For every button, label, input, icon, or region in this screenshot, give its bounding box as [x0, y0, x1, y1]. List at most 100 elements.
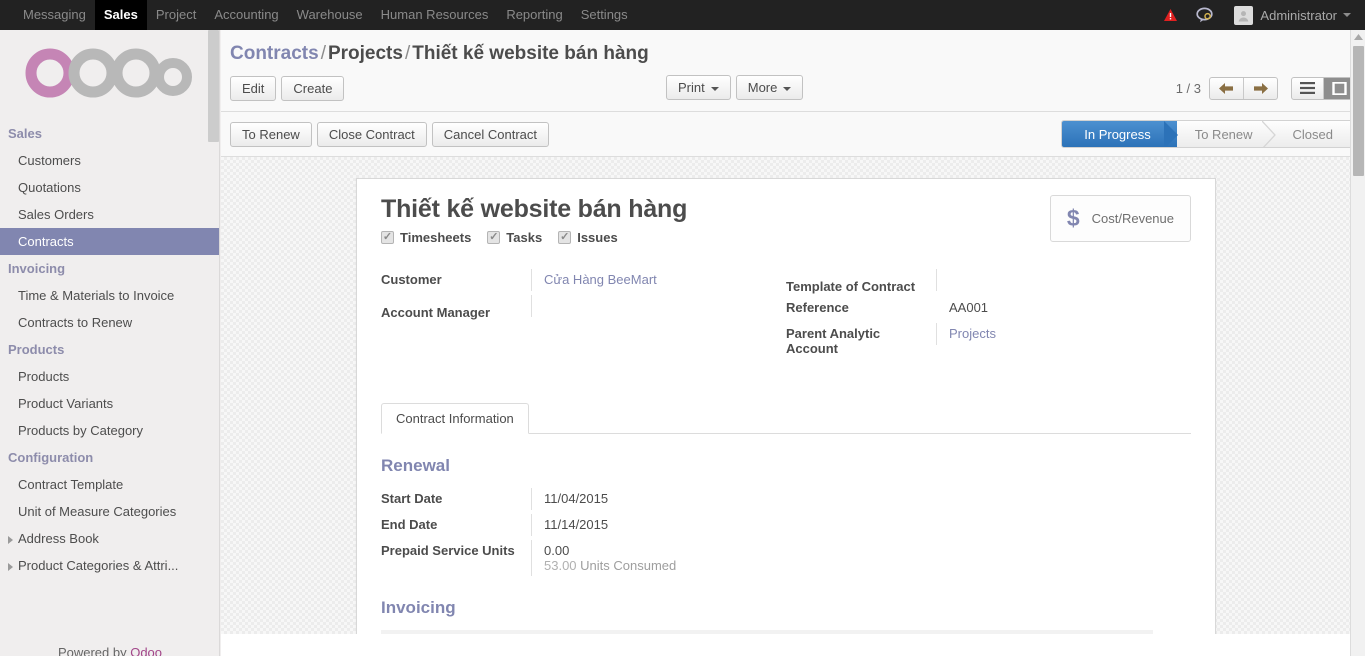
status-step-closed[interactable]: Closed	[1275, 121, 1355, 147]
topmenu-human-resources[interactable]: Human Resources	[372, 0, 498, 30]
invoicing-column-remaining: Remaining	[850, 630, 1006, 634]
invoicing-table-header-row: Expected Invoiced Remaining To Invoice	[381, 630, 1191, 634]
cancel-contract-button[interactable]: Cancel Contract	[431, 121, 550, 147]
field-groups: Customer Cửa Hàng BeeMart Account Manage…	[381, 269, 1191, 359]
main-content: Contracts / Projects / Thiết kế website bán …	[221, 30, 1365, 656]
sidebar-item-address-book[interactable]: Address Book	[0, 525, 219, 552]
sidebar-item-product-categories-attributes[interactable]: Product Categories & Attri...	[0, 552, 219, 579]
pager-arrows	[1209, 76, 1278, 100]
sidebar-item-contracts-to-renew[interactable]: Contracts to Renew	[0, 309, 219, 336]
field-value-prepaid-service-units[interactable]: 0.00 53.00 Units Consumed	[531, 540, 786, 576]
topmenu-project[interactable]: Project	[147, 0, 205, 30]
sidebar-item-customers[interactable]: Customers	[0, 147, 219, 174]
topmenu-accounting[interactable]: Accounting	[205, 0, 287, 30]
field-label-parent-analytic-account: Parent Analytic Account	[786, 326, 881, 356]
feature-checkbox-row: ✓ Timesheets ✓ Tasks ✓ Issues	[381, 230, 1050, 245]
scrollbar-up-arrow-icon[interactable]	[1351, 30, 1365, 44]
breadcrumb-contracts[interactable]: Contracts	[230, 43, 319, 64]
user-name-label[interactable]: Administrator	[1260, 8, 1337, 23]
odoo-logo[interactable]	[0, 30, 219, 108]
tab-contract-information[interactable]: Contract Information	[381, 403, 529, 434]
sidebar-scrollbar[interactable]	[207, 30, 220, 656]
checkmark-icon: ✓	[381, 231, 394, 244]
field-value-end-date[interactable]: 11/14/2015	[531, 514, 786, 536]
field-value-start-date[interactable]: 11/04/2015	[531, 488, 786, 510]
chevron-down-icon[interactable]	[1343, 13, 1351, 17]
create-button[interactable]: Create	[281, 75, 345, 101]
sidebar-section-configuration: Configuration	[8, 450, 94, 465]
print-label: Print	[678, 80, 705, 95]
status-step-in-progress[interactable]: In Progress	[1062, 121, 1178, 147]
checkmark-icon: ✓	[558, 231, 572, 244]
chevron-right-icon	[8, 562, 13, 571]
chevron-down-icon	[710, 86, 719, 91]
breadcrumb-projects[interactable]: Projects	[328, 43, 403, 64]
field-value-template-of-contract[interactable]	[936, 269, 1177, 291]
notebook: Contract Information Renewal Start Date …	[381, 403, 1191, 634]
checkbox-tasks[interactable]: ✓ Tasks	[487, 230, 542, 245]
checkbox-label: Timesheets	[400, 230, 472, 245]
dollar-sign-icon: $	[1066, 205, 1080, 231]
invoicing-column-expected: Expected	[581, 630, 721, 634]
powered-prefix: Powered by	[57, 645, 131, 656]
sidebar-item-products[interactable]: Products	[0, 363, 219, 390]
sidebar-item-unit-of-measure-categories[interactable]: Unit of Measure Categories	[0, 498, 219, 525]
chat-bubble-icon[interactable]	[1196, 7, 1214, 23]
topmenu-warehouse[interactable]: Warehouse	[288, 0, 372, 30]
user-avatar-icon[interactable]	[1234, 5, 1254, 25]
main-scrollbar-thumb[interactable]	[1353, 46, 1364, 176]
control-panel: Contracts / Projects / Thiết kế website bán …	[221, 30, 1365, 112]
sidebar-item-label: Address Book	[18, 531, 99, 546]
action-button-bar: To Renew Close Contract Cancel Contract …	[221, 112, 1365, 157]
breadcrumb-separator-2: /	[404, 43, 411, 64]
topmenu-messaging[interactable]: Messaging	[14, 0, 95, 30]
sidebar-item-time-materials-to-invoice[interactable]: Time & Materials to Invoice	[0, 282, 219, 309]
status-chevron-icon	[1163, 121, 1178, 147]
sidebar-item-sales-orders[interactable]: Sales Orders	[0, 201, 219, 228]
topmenu-settings[interactable]: Settings	[572, 0, 637, 30]
checkbox-issues[interactable]: ✓ Issues	[558, 230, 618, 245]
top-menu-list: Messaging Sales Project Accounting Wareh…	[14, 0, 637, 30]
horizontal-scrollbar[interactable]	[221, 652, 1350, 656]
top-navbar: Messaging Sales Project Accounting Wareh…	[0, 0, 1365, 30]
warning-triangle-icon[interactable]	[1163, 8, 1178, 22]
main-scrollbar[interactable]	[1350, 30, 1365, 656]
edit-button[interactable]: Edit	[230, 75, 277, 101]
topmenu-sales[interactable]: Sales	[94, 0, 147, 30]
topmenu-reporting[interactable]: Reporting	[497, 0, 571, 30]
top-navbar-right: Administrator	[1163, 0, 1365, 30]
field-row-reference: Reference AA001	[786, 297, 1177, 323]
breadcrumb-separator: /	[320, 43, 326, 64]
invoicing-column-to-invoice: To Invoice	[1005, 630, 1154, 634]
units-consumed-row: 53.00 Units Consumed	[544, 558, 786, 573]
sidebar-item-contracts[interactable]: Contracts	[0, 228, 219, 255]
sidebar-menu-list: Sales Customers Quotations Sales Orders …	[0, 120, 219, 579]
status-step-to-renew[interactable]: To Renew	[1177, 121, 1276, 147]
sidebar-scrollbar-thumb[interactable]	[208, 30, 219, 142]
field-row-account-manager: Account Manager	[381, 295, 772, 323]
field-value-reference[interactable]: AA001	[936, 297, 1177, 319]
checkbox-timesheets[interactable]: ✓ Timesheets	[381, 230, 471, 245]
print-dropdown-button[interactable]: Print	[666, 75, 731, 100]
to-renew-button[interactable]: To Renew	[230, 121, 312, 147]
cost-revenue-button[interactable]: $ Cost/Revenue	[1049, 195, 1191, 242]
sidebar-item-product-variants[interactable]: Product Variants	[0, 390, 219, 417]
invoicing-table: Expected Invoiced Remaining To Invoice	[381, 630, 1191, 634]
sidebar-item-products-by-category[interactable]: Products by Category	[0, 417, 219, 444]
sidebar-item-contract-template[interactable]: Contract Template	[0, 471, 219, 498]
field-value-account-manager[interactable]	[531, 295, 772, 317]
field-label-reference: Reference	[786, 300, 849, 315]
status-step-label: In Progress	[1084, 126, 1151, 142]
field-row-prepaid-service-units: Prepaid Service Units 0.00 53.00 Units C…	[381, 540, 786, 576]
close-contract-button[interactable]: Close Contract	[316, 121, 427, 147]
status-chevron-icon	[1261, 121, 1276, 147]
pager-next-button[interactable]	[1243, 77, 1277, 99]
more-dropdown-button[interactable]: More	[735, 75, 804, 100]
status-bar: In Progress To Renew Closed	[1061, 120, 1356, 148]
odoo-brand-link[interactable]: Odoo	[130, 645, 162, 656]
list-view-icon[interactable]	[1292, 78, 1323, 99]
field-value-parent-analytic-account[interactable]: Projects	[936, 323, 1177, 345]
sidebar-item-quotations[interactable]: Quotations	[0, 174, 219, 201]
pager-previous-button[interactable]	[1210, 78, 1243, 99]
field-value-customer[interactable]: Cửa Hàng BeeMart	[531, 269, 772, 291]
